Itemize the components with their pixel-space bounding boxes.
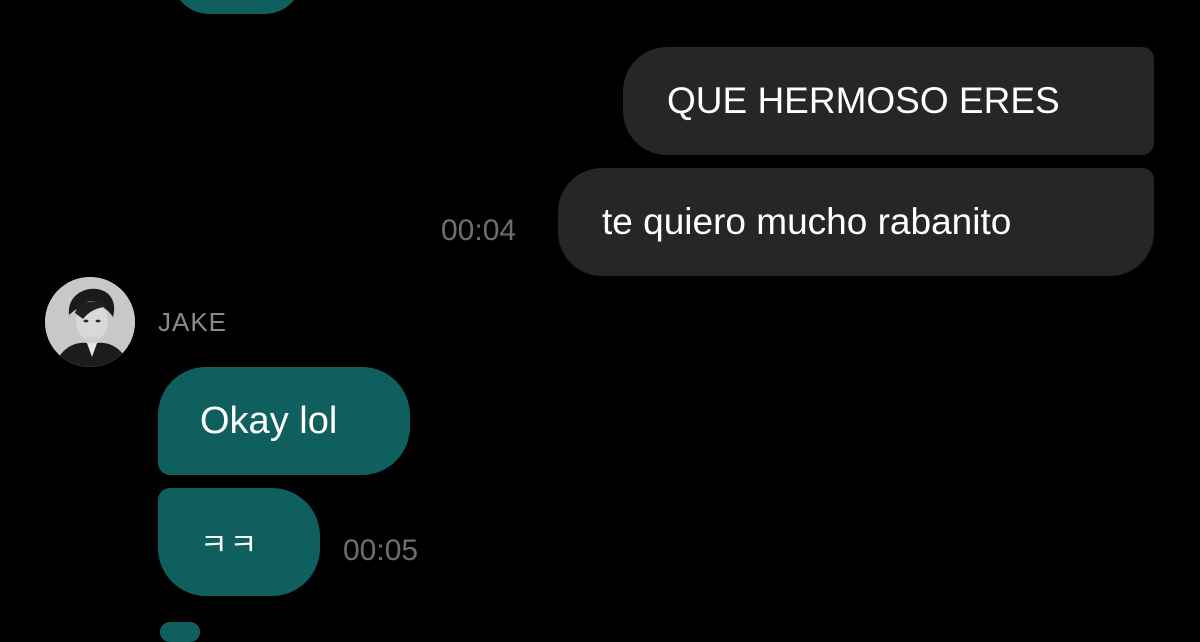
outgoing-message-text: QUE HERMOSO ERES	[667, 80, 1060, 121]
incoming-message-text: Okay lol	[200, 399, 338, 442]
chat-thread: QUE HERMOSO ERES te quiero mucho rabanit…	[0, 0, 1200, 642]
partial-incoming-bubble-bottom[interactable]	[160, 622, 200, 642]
outgoing-message-bubble[interactable]: QUE HERMOSO ERES	[623, 47, 1154, 155]
incoming-message-bubble[interactable]: Okay lol	[158, 367, 410, 475]
incoming-message-text: ㅋㅋ	[200, 529, 260, 562]
person-photo-icon	[45, 277, 135, 367]
sender-avatar[interactable]	[45, 277, 135, 367]
outgoing-message-bubble[interactable]: te quiero mucho rabanito	[558, 168, 1154, 276]
sender-name: JAKE	[158, 307, 228, 337]
outgoing-message-text: te quiero mucho rabanito	[602, 201, 1012, 242]
message-timestamp: 00:05	[343, 534, 419, 567]
partial-incoming-bubble-top[interactable]	[172, 0, 302, 14]
message-timestamp: 00:04	[441, 214, 517, 247]
incoming-message-bubble[interactable]: ㅋㅋ	[158, 488, 320, 596]
